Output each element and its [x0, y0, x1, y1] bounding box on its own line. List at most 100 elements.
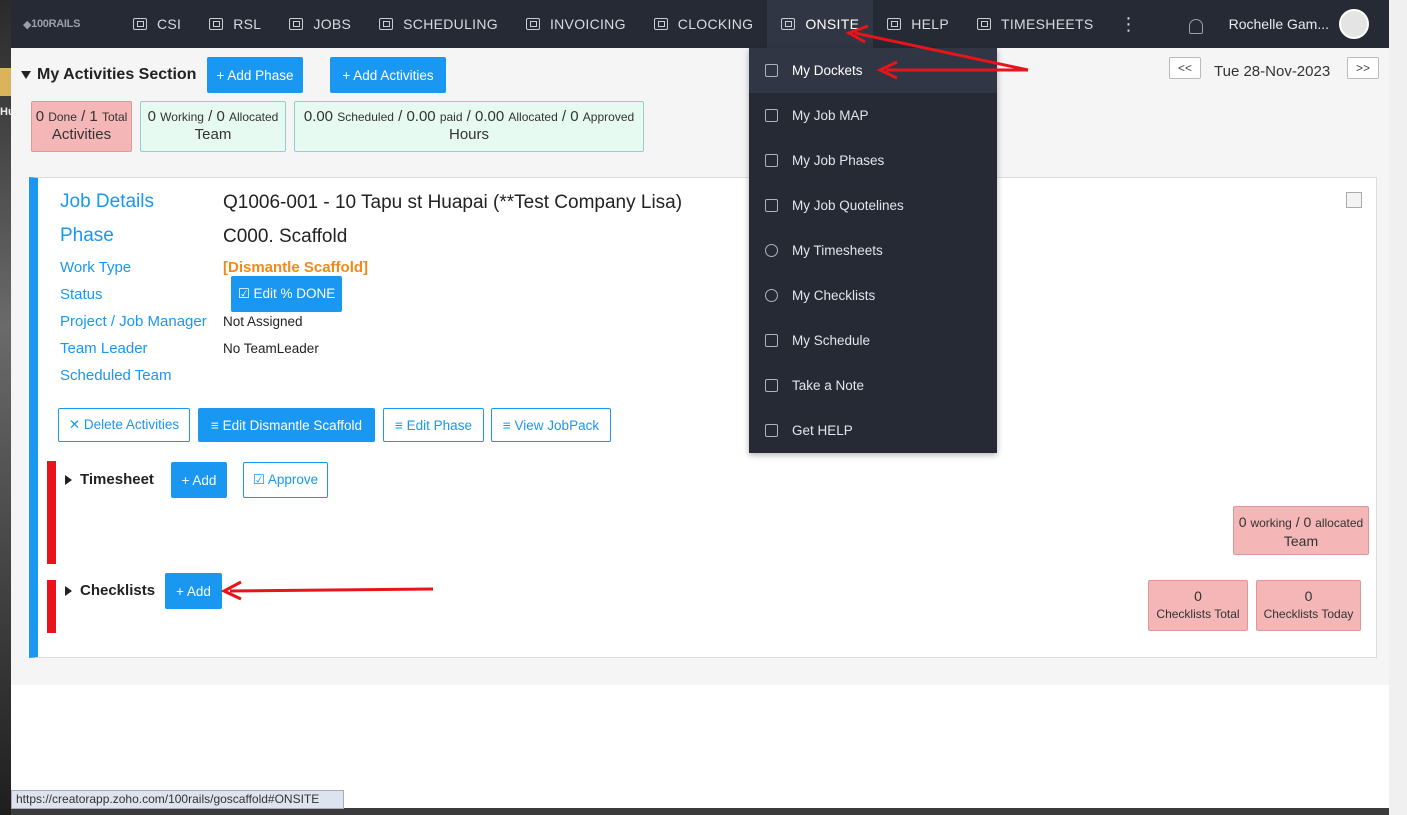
stat-total-label: Total: [101, 110, 128, 124]
nav-invoicing[interactable]: INVOICING: [512, 0, 640, 48]
menu-my-checklists[interactable]: My Checklists: [749, 273, 997, 318]
caret-right-icon: [65, 474, 72, 485]
add-phase-button[interactable]: + Add Phase: [207, 57, 303, 93]
add-activities-button[interactable]: + Add Activities: [330, 57, 446, 93]
view-jobpack-button[interactable]: ≡ View JobPack: [491, 408, 611, 442]
timesheet-title: Timesheet: [80, 471, 154, 488]
work-type-value[interactable]: [Dismantle Scaffold]: [223, 259, 368, 276]
stat-hours: 0.00 Scheduled / 0.00 paid / 0.00 Alloca…: [294, 101, 644, 152]
nav-jobs-label: JOBS: [313, 16, 352, 32]
checklists-total-label: Checklists Total: [1156, 607, 1240, 621]
map-icon: [765, 109, 778, 122]
stat-approved-label: Approved: [582, 110, 635, 124]
stat-approved-value: 0: [570, 108, 579, 125]
menu-my-schedule[interactable]: My Schedule: [749, 318, 997, 363]
user-name[interactable]: Rochelle Gam...: [1229, 16, 1329, 32]
timesheet-working-value: 0: [1238, 514, 1247, 530]
timesheet-alert-bar: [47, 461, 56, 564]
nav-jobs[interactable]: JOBS: [275, 0, 365, 48]
caret-right-icon: [65, 585, 72, 596]
menu-take-a-note[interactable]: Take a Note: [749, 363, 997, 408]
window-icon: [781, 18, 796, 30]
menu-my-job-map[interactable]: My Job MAP: [749, 93, 997, 138]
app-window: ◆ 100RAILS CSI RSL JOBS SCHEDULING INVOIC…: [11, 0, 1389, 808]
monitor-icon: [289, 18, 304, 30]
monitor-icon: [765, 424, 778, 437]
onsite-dropdown-menu: My Dockets My Job MAP My Job Phases My J…: [749, 48, 997, 453]
nav-help[interactable]: HELP: [873, 0, 963, 48]
calendar-icon: [765, 334, 778, 347]
edit-done-button[interactable]: ☑ Edit % DONE: [231, 276, 342, 312]
stat-activities-line: 0 Done / 1 Total: [35, 108, 128, 125]
stat-scheduled-label: Scheduled: [337, 110, 394, 124]
bell-icon[interactable]: [1188, 18, 1203, 34]
nav-timesheets-label: TIMESHEETS: [1001, 16, 1094, 32]
checklists-today-value: 0: [1304, 588, 1313, 604]
nav-rsl[interactable]: RSL: [195, 0, 275, 48]
check-circle-icon: [765, 289, 778, 302]
stat-team-line: 0 Working / 0 Allocated: [147, 108, 279, 125]
nav-onsite-label: ONSITE: [805, 16, 860, 32]
timesheet-approve-button[interactable]: ☑ Approve: [243, 462, 328, 498]
manager-value: Not Assigned: [223, 314, 303, 329]
docket-icon: [765, 64, 778, 77]
stat-hours-allocated-value: 0.00: [475, 108, 505, 125]
nav-scheduling-label: SCHEDULING: [403, 16, 498, 32]
section-toggle[interactable]: My Activities Section: [21, 66, 196, 84]
menu-my-job-phases-label: My Job Phases: [792, 153, 885, 168]
timesheet-toggle[interactable]: Timesheet: [65, 471, 154, 488]
status-label: Status: [60, 286, 103, 303]
browser-status-url: https://creatorapp.zoho.com/100rails/gos…: [11, 790, 344, 809]
top-navbar: ◆ 100RAILS CSI RSL JOBS SCHEDULING INVOIC…: [11, 0, 1389, 48]
list-icon: [765, 154, 778, 167]
note-icon: [765, 379, 778, 392]
clock-icon: [765, 244, 778, 257]
more-menu-icon[interactable]: ⋮: [1107, 0, 1149, 48]
stat-hours-caption: Hours: [448, 126, 489, 143]
nav-clocking[interactable]: CLOCKING: [640, 0, 768, 48]
stat-activities: 0 Done / 1 Total Activities: [31, 101, 132, 152]
avatar[interactable]: [1339, 9, 1369, 39]
stat-hours-line: 0.00 Scheduled / 0.00 paid / 0.00 Alloca…: [303, 108, 635, 125]
nav-clocking-label: CLOCKING: [677, 16, 754, 32]
menu-my-job-phases[interactable]: My Job Phases: [749, 138, 997, 183]
timesheet-team-caption: Team: [1283, 533, 1319, 549]
nav-csi[interactable]: CSI: [119, 0, 195, 48]
nav-timesheets[interactable]: TIMESHEETS: [963, 0, 1107, 48]
work-type-label: Work Type: [60, 259, 132, 276]
date-next-button[interactable]: >>: [1347, 57, 1379, 79]
edit-phase-button[interactable]: ≡ Edit Phase: [383, 408, 484, 442]
monitor-icon: [977, 18, 992, 30]
stat-activities-caption: Activities: [51, 126, 112, 143]
menu-my-dockets[interactable]: My Dockets: [749, 48, 997, 93]
phase-value: C000. Scaffold: [223, 226, 348, 247]
brand-logo-text: 100RAILS: [31, 18, 81, 30]
stat-working-label: Working: [160, 110, 204, 124]
user-area: Rochelle Gam...: [1188, 0, 1389, 48]
menu-my-checklists-label: My Checklists: [792, 288, 876, 303]
delete-activities-button[interactable]: ✕ Delete Activities: [58, 408, 190, 442]
checklists-add-button[interactable]: + Add: [165, 573, 222, 609]
scheduled-team-label: Scheduled Team: [60, 367, 172, 384]
menu-get-help-label: Get HELP: [792, 423, 853, 438]
timesheet-team-stat: 0 working / 0 allocated Team: [1233, 506, 1369, 555]
menu-my-job-quotelines[interactable]: My Job Quotelines: [749, 183, 997, 228]
image-icon: [209, 18, 224, 30]
nav-rsl-label: RSL: [233, 16, 262, 32]
menu-my-job-quotelines-label: My Job Quotelines: [792, 198, 904, 213]
brand-logo[interactable]: ◆ 100RAILS: [11, 0, 111, 48]
section-title: My Activities Section: [37, 66, 197, 83]
nav-scheduling[interactable]: SCHEDULING: [365, 0, 512, 48]
checklists-toggle[interactable]: Checklists: [65, 582, 155, 599]
date-prev-button[interactable]: <<: [1169, 57, 1201, 79]
timesheet-allocated-value: 0: [1303, 514, 1312, 530]
nav-onsite[interactable]: ONSITE: [767, 0, 874, 48]
stat-allocated-value: 0: [216, 108, 225, 125]
menu-get-help[interactable]: Get HELP: [749, 408, 997, 453]
edit-dismantle-scaffold-button[interactable]: ≡ Edit Dismantle Scaffold: [198, 408, 375, 442]
bug-icon: [133, 18, 147, 30]
menu-my-dockets-label: My Dockets: [792, 63, 863, 78]
menu-my-timesheets[interactable]: My Timesheets: [749, 228, 997, 273]
timesheet-add-button[interactable]: + Add: [171, 462, 227, 498]
checklists-total-value: 0: [1194, 588, 1202, 604]
